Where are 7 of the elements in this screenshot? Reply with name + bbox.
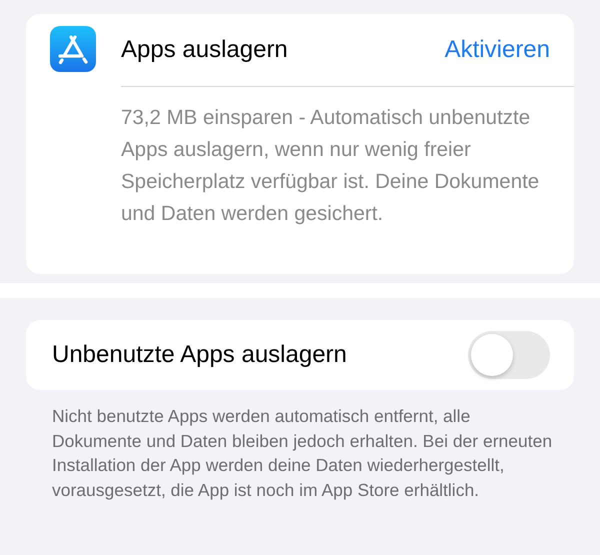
footer-note: Nicht benutzte Apps werden automatisch entfernt, alle Dokumente und Daten bleiben jedoch erhalten. Bei der erneuten Installation der App werden deine Daten wiederhergestellt, vorausgesetzt, die App ist noch im App Store erhältlich. [52,405,554,502]
toggle-label: Unbenutzte Apps auslagern [52,341,347,369]
setting-description: 73,2 MB einsparen - Automatisch unbenutzte Apps auslagern, wenn nur wenig freier Speicherplatz verfügbar ist. Deine Dokumente und Daten werden gesichert. [121,105,540,227]
app-store-icon [50,26,96,72]
toggle-switch[interactable] [468,331,550,379]
setting-title: Apps auslagern [121,36,288,64]
enable-link[interactable]: Aktivieren [444,36,550,64]
